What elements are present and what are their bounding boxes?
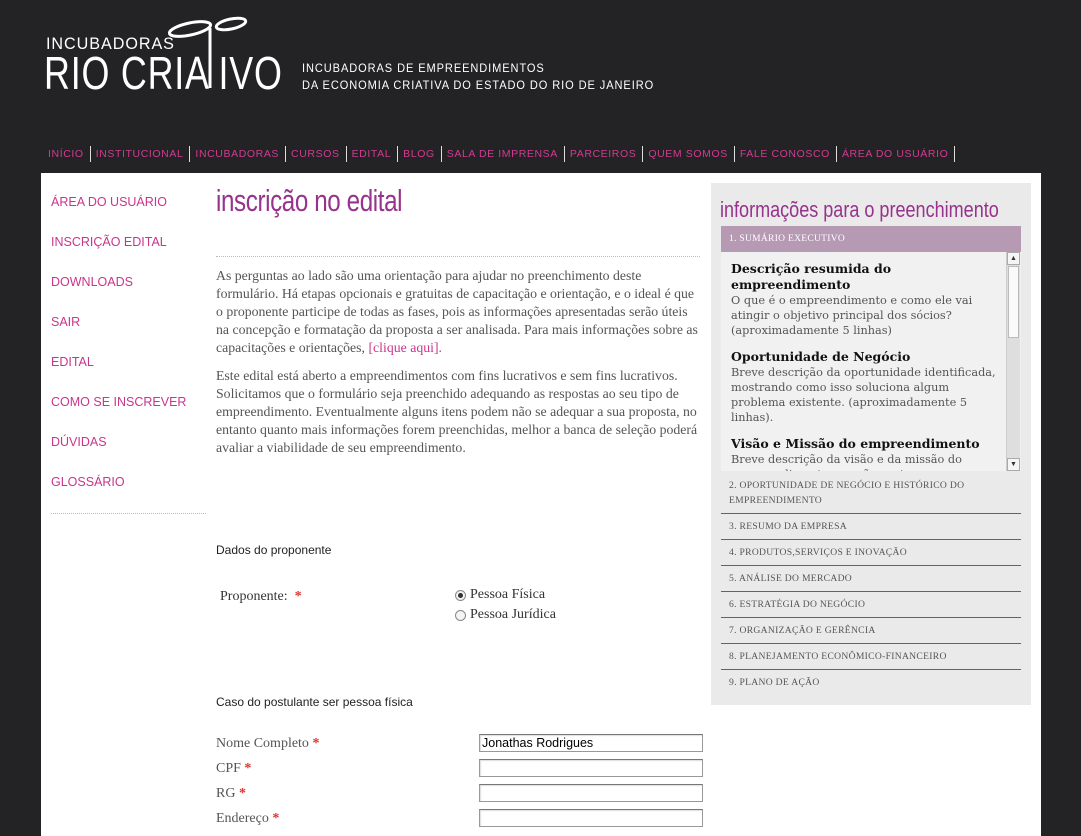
section-dados-proponente: Dados do proponente: [216, 543, 332, 557]
nav-cursos[interactable]: CURSOS: [286, 146, 347, 162]
info-item-body: Breve descrição da oportunidade identifi…: [731, 366, 996, 424]
info-section-9[interactable]: 9. PLANO DE AÇÃO: [721, 670, 1021, 695]
proponente-label: Proponente: *: [220, 589, 302, 605]
info-section-3[interactable]: 3. RESUMO DA EMPRESA: [721, 514, 1021, 540]
required-mark: *: [312, 736, 320, 751]
site-tagline: INCUBADORAS DE EMPREENDIMENTOS DA ECONOM…: [302, 60, 654, 94]
info-section-7[interactable]: 7. ORGANIZAÇÃO E GERÊNCIA: [721, 618, 1021, 644]
info-scroll-box[interactable]: Descrição resumida do empreendimento O q…: [721, 252, 1021, 471]
nav-inicio[interactable]: INÍCIO: [44, 146, 91, 162]
sidebar-nav: ÁREA DO USUÁRIO INSCRIÇÃO EDITAL DOWNLOA…: [51, 192, 206, 512]
intro-paragraph-2: Este edital está aberto a empreendimento…: [216, 368, 698, 455]
sidebar-item-duvidas[interactable]: DÚVIDAS: [51, 432, 206, 472]
sidebar-divider: [51, 513, 206, 514]
title-divider: [216, 256, 700, 257]
page-title: inscrição no edital: [216, 183, 403, 218]
radio-button-unchecked[interactable]: [455, 609, 466, 621]
nav-area-do-usuario[interactable]: ÁREA DO USUÁRIO: [837, 146, 956, 162]
info-section-6[interactable]: 6. ESTRATÉGIA DO NEGÓCIO: [721, 592, 1021, 618]
sidebar-item-downloads[interactable]: DOWNLOADS: [51, 272, 206, 312]
info-panel: informações para o preenchimento 1. SUMÁ…: [711, 183, 1031, 705]
sidebar-item-area-do-usuario[interactable]: ÁREA DO USUÁRIO: [51, 192, 206, 232]
radio-pessoa-fisica-label: Pessoa Física: [470, 587, 546, 602]
endereco-label: Endereço *: [216, 811, 279, 827]
nome-completo-input[interactable]: Jonathas Rodrigues: [479, 734, 703, 752]
required-mark: *: [294, 589, 302, 604]
main-nav: INÍCIO INSTITUCIONAL INCUBADORAS CURSOS …: [44, 146, 956, 162]
tagline-line2: DA ECONOMIA CRIATIVA DO ESTADO DO RIO DE…: [302, 78, 655, 92]
sidebar-item-inscricao-edital[interactable]: INSCRIÇÃO EDITAL: [51, 232, 206, 272]
scrollbar-thumb[interactable]: [1008, 266, 1019, 338]
clique-aqui-link[interactable]: [clique aqui].: [368, 340, 442, 355]
info-section-8[interactable]: 8. PLANEJAMENTO ECONÔMICO-FINANCEIRO: [721, 644, 1021, 670]
info-section-2[interactable]: 2. OPORTUNIDADE DE NEGÓCIO E HISTÓRICO D…: [721, 473, 1021, 514]
nav-institucional[interactable]: INSTITUCIONAL: [91, 146, 191, 162]
intro-text: As perguntas ao lado são uma orientação …: [216, 267, 702, 467]
info-panel-title: informações para o preenchimento: [720, 197, 999, 222]
info-item-heading: Visão e Missão do empreendimento: [731, 436, 980, 451]
info-item-body: O que é o empreendimento e como ele vai …: [731, 294, 973, 337]
info-item-heading: Descrição resumida do empreendimento: [731, 261, 892, 292]
rg-label-text: RG: [216, 786, 236, 801]
info-section-5[interactable]: 5. ANÁLISE DO MERCADO: [721, 566, 1021, 592]
info-item-body: Breve descrição da visão e da missão do …: [731, 453, 962, 471]
required-mark: *: [272, 811, 280, 826]
required-mark: *: [238, 786, 246, 801]
sidebar-item-glossario[interactable]: GLOSSÁRIO: [51, 472, 206, 512]
cpf-input[interactable]: [479, 759, 703, 777]
radio-pessoa-juridica-label: Pessoa Jurídica: [470, 607, 556, 622]
sidebar-item-sair[interactable]: SAIR: [51, 312, 206, 352]
info-scroll-content: Descrição resumida do empreendimento O q…: [731, 261, 999, 471]
scroll-down-arrow-icon[interactable]: ▼: [1007, 458, 1020, 471]
radio-pessoa-fisica[interactable]: Pessoa Física: [455, 587, 545, 603]
intro-p1-text: As perguntas ao lado são uma orientação …: [216, 268, 698, 355]
proponente-label-text: Proponente:: [220, 589, 288, 604]
tagline-line1: INCUBADORAS DE EMPREENDIMENTOS: [302, 61, 545, 75]
cpf-label-text: CPF: [216, 761, 241, 776]
nav-edital[interactable]: EDITAL: [347, 146, 399, 162]
cpf-label: CPF *: [216, 761, 251, 777]
nome-completo-label-text: Nome Completo: [216, 736, 309, 751]
nav-blog[interactable]: BLOG: [398, 146, 442, 162]
required-mark: *: [244, 761, 252, 776]
nav-parceiros[interactable]: PARCEIROS: [565, 146, 644, 162]
intro-paragraph-1: As perguntas ao lado são uma orientação …: [216, 267, 702, 357]
rg-input[interactable]: [479, 784, 703, 802]
content-area: ÁREA DO USUÁRIO INSCRIÇÃO EDITAL DOWNLOA…: [41, 173, 1041, 836]
site-header: INCUBADORAS RIO CRIA IVO INCUBADORAS DE …: [0, 0, 1081, 173]
nav-quem-somos[interactable]: QUEM SOMOS: [643, 146, 735, 162]
nome-completo-label: Nome Completo *: [216, 736, 319, 752]
scroll-up-arrow-icon[interactable]: ▲: [1007, 252, 1020, 265]
radio-button-checked[interactable]: [455, 589, 466, 601]
nav-fale-conosco[interactable]: FALE CONOSCO: [735, 146, 837, 162]
rg-label: RG *: [216, 786, 246, 802]
info-section-4[interactable]: 4. PRODUTOS,SERVIÇOS E INOVAÇÃO: [721, 540, 1021, 566]
sidebar-item-edital[interactable]: EDITAL: [51, 352, 206, 392]
nav-incubadoras[interactable]: INCUBADORAS: [190, 146, 287, 162]
info-item-heading: Oportunidade de Negócio: [731, 349, 911, 364]
endereco-input[interactable]: [479, 809, 703, 827]
nav-sala-de-imprensa[interactable]: SALA DE IMPRENSA: [442, 146, 565, 162]
section-pessoa-fisica: Caso do postulante ser pessoa física: [216, 695, 413, 709]
info-section-active[interactable]: 1. SUMÁRIO EXECUTIVO: [721, 226, 1021, 252]
endereco-label-text: Endereço: [216, 811, 269, 826]
info-section-active-label: 1. SUMÁRIO EXECUTIVO: [729, 234, 846, 244]
info-section-list: 2. OPORTUNIDADE DE NEGÓCIO E HISTÓRICO D…: [721, 473, 1021, 695]
info-scrollbar[interactable]: ▲ ▼: [1006, 252, 1020, 471]
sidebar-item-como-se-inscrever[interactable]: COMO SE INSCREVER: [51, 392, 206, 432]
radio-pessoa-juridica[interactable]: Pessoa Jurídica: [455, 607, 556, 623]
logo-main-text: RIO CRIA IVO: [44, 47, 283, 99]
